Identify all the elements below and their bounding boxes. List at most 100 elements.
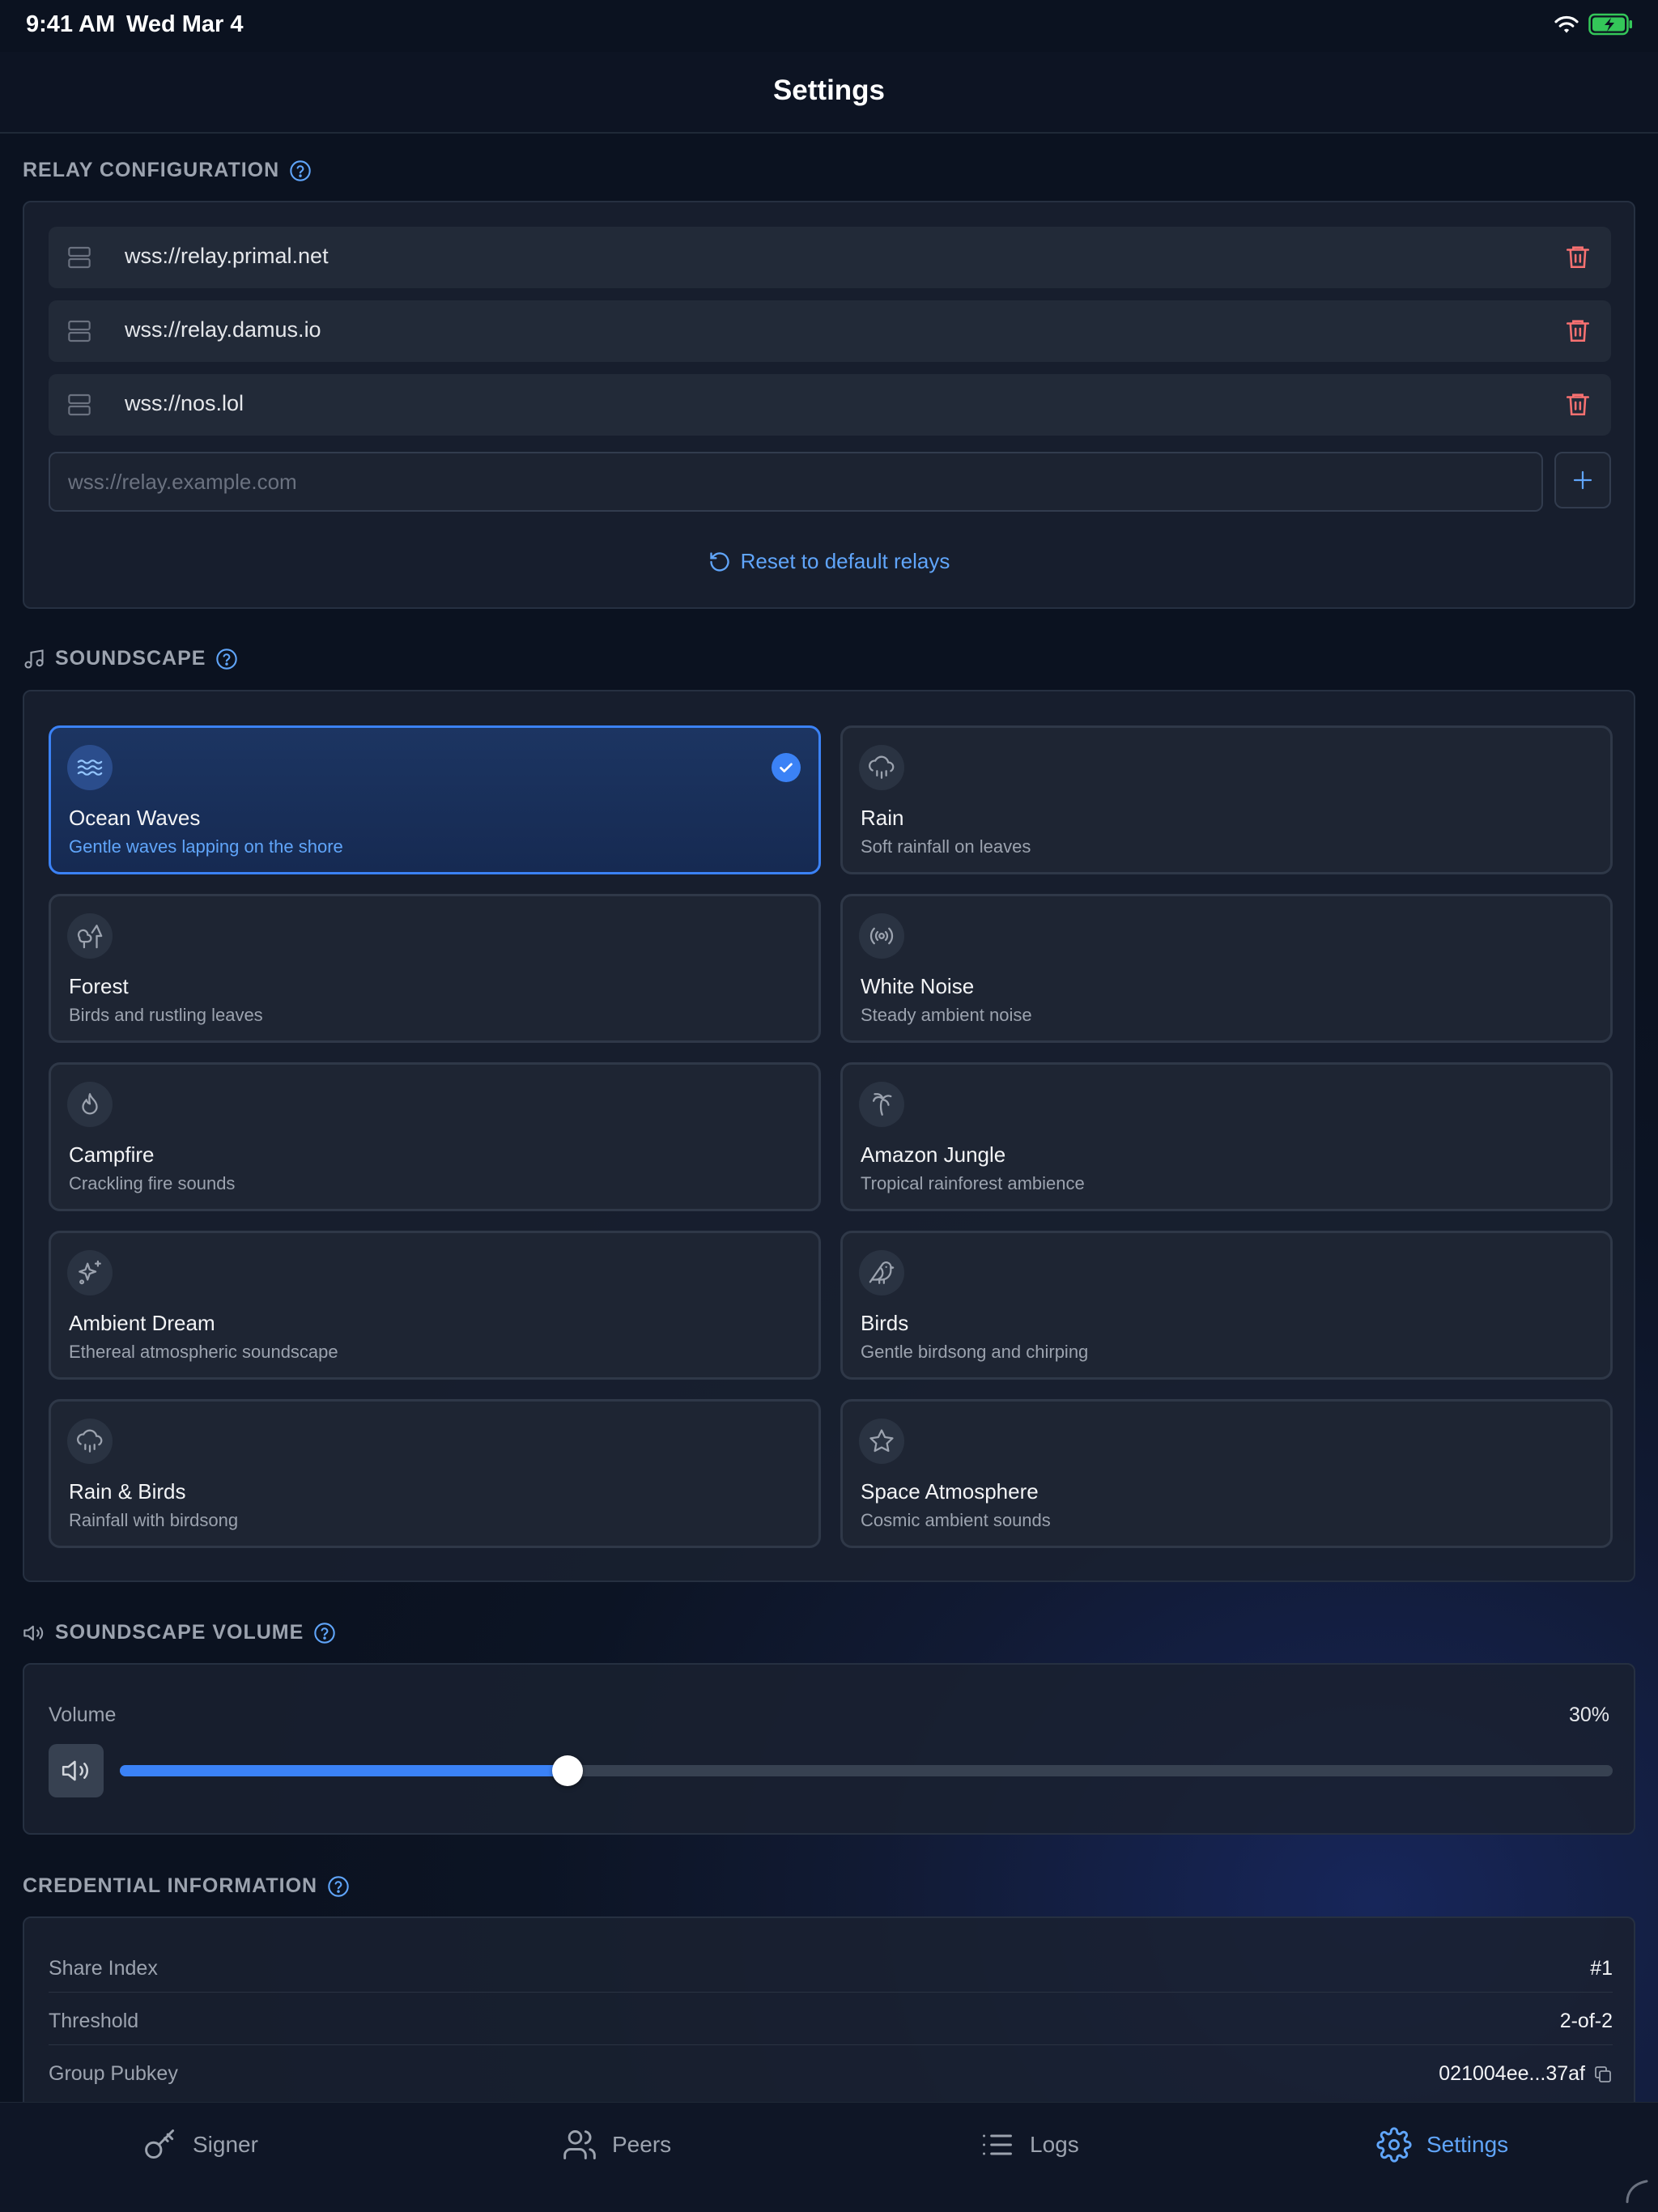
cloud-rain-icon <box>67 1419 113 1464</box>
server-icon <box>68 393 91 416</box>
relay-url-input[interactable] <box>49 452 1543 512</box>
reset-relays-button[interactable]: Reset to default relays <box>24 549 1634 574</box>
credential-row-share-index: Share Index #1 <box>49 1941 1613 1993</box>
soundscape-card-birds[interactable]: Birds Gentle birdsong and chirping <box>840 1231 1613 1380</box>
relay-item: wss://nos.lol <box>49 374 1611 436</box>
help-icon[interactable] <box>313 1622 336 1644</box>
relay-section-label: RELAY CONFIGURATION <box>23 159 280 181</box>
soundscape-name: Ocean Waves <box>69 806 201 830</box>
tab-peers[interactable]: Peers <box>562 2127 671 2163</box>
help-icon[interactable] <box>215 648 238 670</box>
resize-handle-icon <box>1626 2180 1648 2203</box>
soundscape-desc: Steady ambient noise <box>861 1005 1032 1025</box>
credential-value: 021004ee...37af <box>1439 2062 1585 2085</box>
soundscape-desc: Gentle waves lapping on the shore <box>69 836 343 857</box>
soundscape-card-white-noise[interactable]: White Noise Steady ambient noise <box>840 894 1613 1043</box>
trash-icon[interactable] <box>1564 243 1592 270</box>
relay-url: wss://relay.damus.io <box>125 317 321 342</box>
gear-icon <box>1376 2127 1412 2163</box>
bird-icon <box>859 1250 904 1295</box>
credential-value: 2-of-2 <box>1559 2010 1613 2032</box>
status-time: 9:41 AM <box>26 11 116 37</box>
tab-bar: Signer Peers Logs Settings <box>0 2102 1658 2212</box>
star-icon <box>859 1419 904 1464</box>
soundscape-card-ambient-dream[interactable]: Ambient Dream Ethereal atmospheric sound… <box>49 1231 821 1380</box>
soundscape-section-label: SOUNDSCAPE <box>55 647 206 670</box>
users-icon <box>563 2130 596 2159</box>
credential-key: Share Index <box>49 1957 158 1980</box>
server-icon <box>68 246 91 269</box>
mute-button[interactable] <box>49 1744 104 1797</box>
wifi-icon <box>1554 15 1579 33</box>
soundscape-desc: Cosmic ambient sounds <box>861 1510 1051 1530</box>
volume-slider-fill <box>120 1765 568 1776</box>
soundscape-card-rain[interactable]: Rain Soft rainfall on leaves <box>840 725 1613 874</box>
trash-icon[interactable] <box>1564 317 1592 344</box>
credential-section-title: CREDENTIAL INFORMATION <box>23 1874 350 1898</box>
credential-panel: Share Index #1 Threshold 2-of-2 Group Pu… <box>23 1916 1635 2127</box>
volume-section-title: SOUNDSCAPE VOLUME <box>23 1621 336 1644</box>
tab-label: Peers <box>612 2132 672 2157</box>
volume-value: 30% <box>1568 1704 1609 1726</box>
soundscape-name: Ambient Dream <box>69 1311 215 1335</box>
soundscape-desc: Soft rainfall on leaves <box>861 836 1031 857</box>
tab-settings[interactable]: Settings <box>1376 2127 1508 2163</box>
copy-icon[interactable] <box>1593 2065 1613 2084</box>
soundscape-card-forest[interactable]: Forest Birds and rustling leaves <box>49 894 821 1043</box>
palm-tree-icon <box>859 1082 904 1127</box>
status-bar: 9:41 AM Wed Mar 4 <box>0 0 1658 52</box>
credential-row-group-pubkey: Group Pubkey 021004ee...37af <box>49 2046 1613 2098</box>
relay-panel: wss://relay.primal.net wss://relay.damus… <box>23 201 1635 609</box>
sparkles-icon <box>67 1250 113 1295</box>
volume-section-label: SOUNDSCAPE VOLUME <box>55 1621 304 1644</box>
tab-logs[interactable]: Logs <box>980 2127 1079 2163</box>
battery-icon <box>1588 13 1632 36</box>
waves-icon <box>67 745 113 790</box>
credential-value: #1 <box>1590 1957 1613 1980</box>
list-icon <box>983 2134 1012 2155</box>
status-date: Wed Mar 4 <box>126 11 244 37</box>
trash-icon[interactable] <box>1564 390 1592 418</box>
soundscape-desc: Gentle birdsong and chirping <box>861 1342 1089 1362</box>
volume-label: Volume <box>49 1704 117 1726</box>
music-icon <box>24 649 44 669</box>
volume-icon <box>62 1760 88 1781</box>
volume-panel: Volume 30% <box>23 1663 1635 1835</box>
soundscape-card-ocean-waves[interactable]: Ocean Waves Gentle waves lapping on the … <box>49 725 821 874</box>
rotate-ccw-icon <box>709 551 729 572</box>
tab-label: Settings <box>1426 2132 1509 2157</box>
check-icon <box>772 753 801 782</box>
help-icon[interactable] <box>289 160 312 182</box>
key-icon <box>145 2129 175 2159</box>
soundscape-name: Birds <box>861 1311 909 1335</box>
tab-signer[interactable]: Signer <box>142 2127 258 2163</box>
plus-icon <box>1573 470 1592 490</box>
add-relay-button[interactable] <box>1554 452 1611 508</box>
speaker-icon <box>23 1625 44 1640</box>
credential-value-wrap: 021004ee...37af <box>1439 2062 1613 2086</box>
volume-slider[interactable] <box>120 1755 1613 1786</box>
credential-row-threshold: Threshold 2-of-2 <box>49 1993 1613 2045</box>
tab-label: Signer <box>193 2132 258 2157</box>
soundscape-card-rain-birds[interactable]: Rain & Birds Rainfall with birdsong <box>49 1399 821 1548</box>
soundscape-name: Rain <box>861 806 904 830</box>
soundscape-desc: Birds and rustling leaves <box>69 1005 263 1025</box>
soundscape-desc: Rainfall with birdsong <box>69 1510 239 1530</box>
relay-url: wss://nos.lol <box>125 391 244 415</box>
soundscape-card-campfire[interactable]: Campfire Crackling fire sounds <box>49 1062 821 1211</box>
flame-icon <box>67 1082 113 1127</box>
relay-section-title: RELAY CONFIGURATION <box>23 159 312 182</box>
nav-header: Settings <box>0 52 1658 134</box>
tab-label: Logs <box>1030 2132 1079 2157</box>
soundscape-name: Rain & Birds <box>69 1479 186 1504</box>
soundscape-card-amazon-jungle[interactable]: Amazon Jungle Tropical rainforest ambien… <box>840 1062 1613 1211</box>
server-icon <box>68 320 91 342</box>
volume-slider-thumb[interactable] <box>552 1755 584 1786</box>
credential-key: Threshold <box>49 2010 139 2032</box>
soundscape-name: Campfire <box>69 1142 155 1167</box>
status-icons <box>1553 13 1634 36</box>
soundscape-card-space-atmosphere[interactable]: Space Atmosphere Cosmic ambient sounds <box>840 1399 1613 1548</box>
relay-item: wss://relay.damus.io <box>49 300 1611 362</box>
soundscape-name: White Noise <box>861 974 975 998</box>
help-icon[interactable] <box>327 1875 350 1898</box>
